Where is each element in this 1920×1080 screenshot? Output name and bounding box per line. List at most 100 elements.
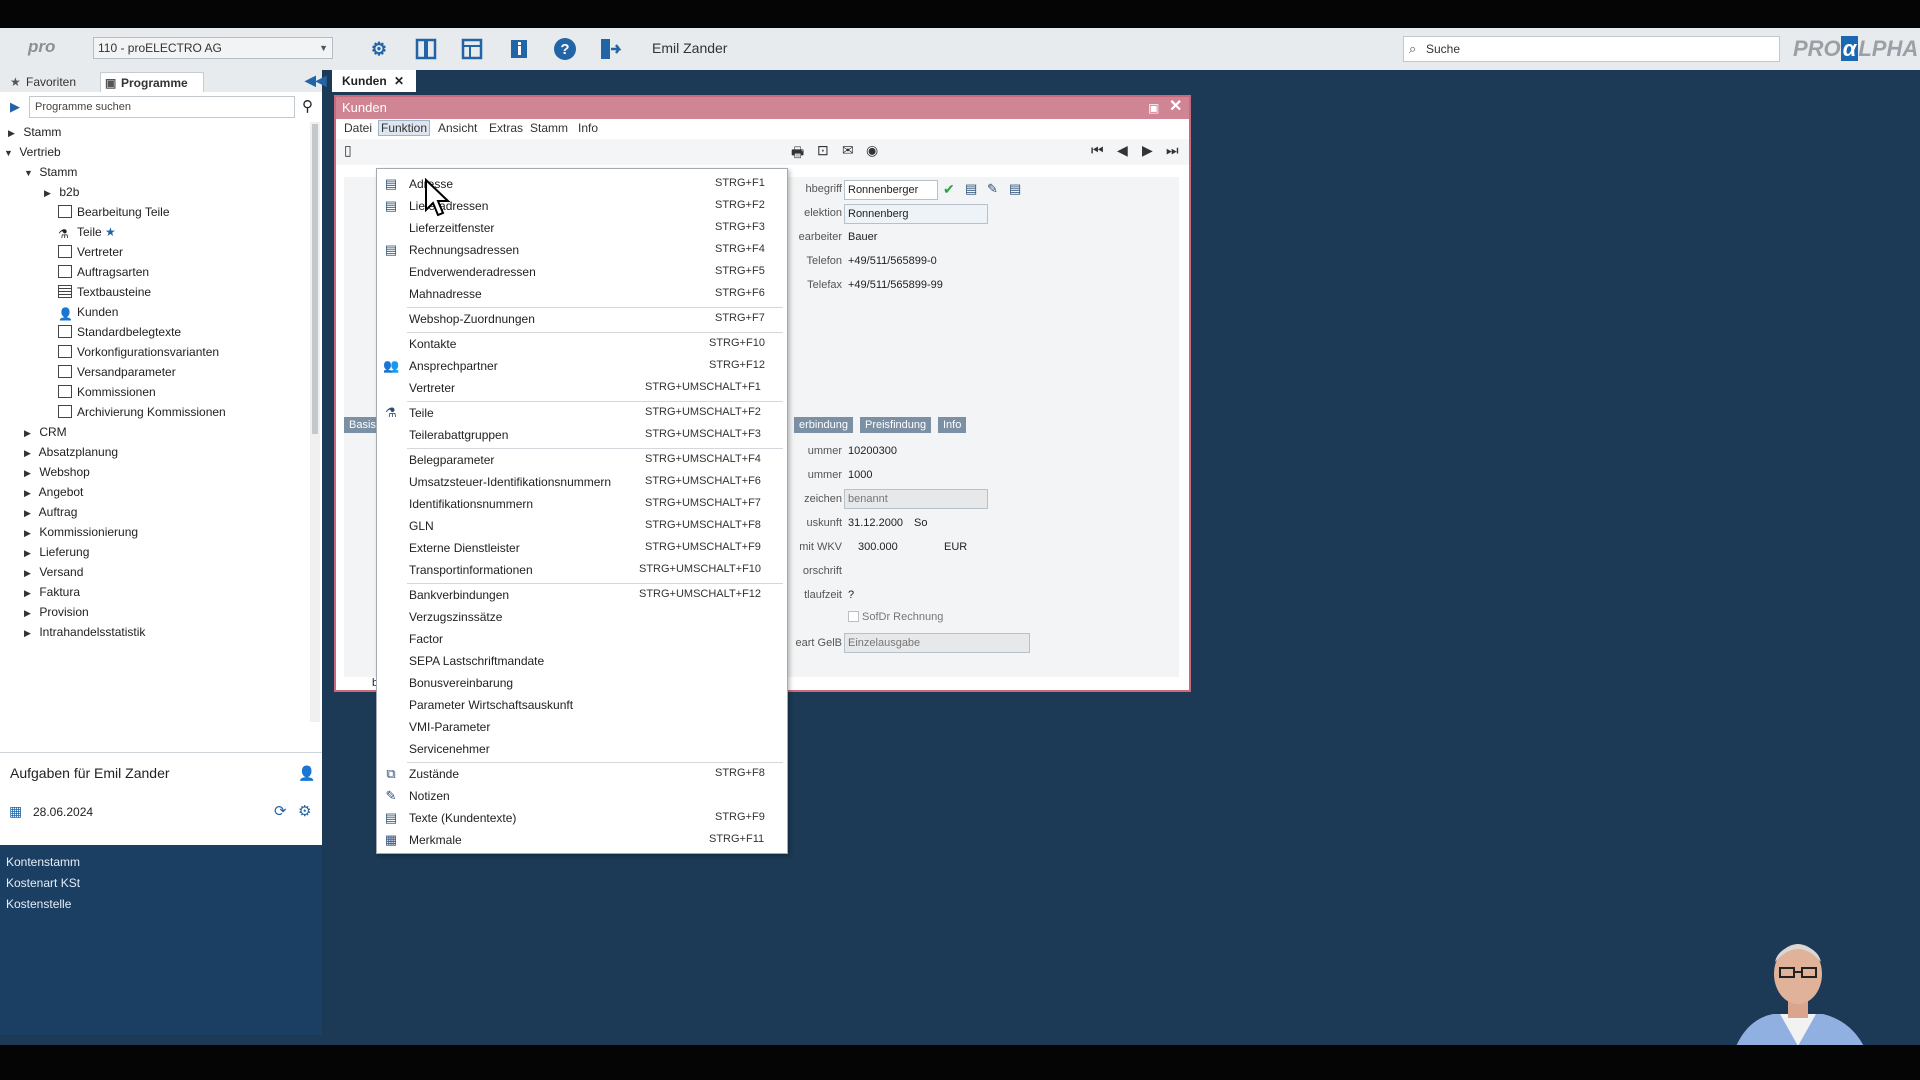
menu-stamm[interactable]: Stamm bbox=[530, 121, 568, 135]
menu-item-servicenehmer[interactable]: Servicenehmer bbox=[377, 739, 787, 761]
tree-item-faktura[interactable]: ▶ Faktura bbox=[24, 582, 80, 602]
play-icon[interactable]: ▶ bbox=[10, 99, 20, 115]
tree-item-b2b[interactable]: ▶ b2b bbox=[44, 182, 79, 202]
collapse-panel-icon[interactable]: ◀◀ bbox=[305, 72, 327, 89]
sofort-rechnung-checkbox[interactable] bbox=[848, 611, 859, 622]
tree-item-kommissionen[interactable]: Kommissionen bbox=[58, 382, 156, 402]
client-select[interactable]: 110 - proELECTRO AG ▼ bbox=[93, 37, 333, 59]
menu-item-verzugszinssaetze[interactable]: Verzugszinssätze bbox=[377, 607, 787, 629]
tree-item-intrahandelsstatistik[interactable]: ▶ Intrahandelsstatistik bbox=[24, 622, 145, 642]
selektion-field[interactable]: Ronnenberg bbox=[844, 204, 988, 224]
ausgabeart-select[interactable]: Einzelausgabe bbox=[844, 633, 1030, 653]
tab-info[interactable]: Info bbox=[938, 417, 967, 433]
collapse-icon[interactable]: ▼ bbox=[4, 143, 16, 163]
last-record-icon[interactable]: ⏭ bbox=[1166, 142, 1179, 159]
menu-item-belegparameter[interactable]: Belegparameter STRG+UMSCHALT+F4 bbox=[377, 450, 787, 472]
menu-item-notizen[interactable]: ✎ Notizen bbox=[377, 786, 787, 808]
menu-item-endverwenderadressen[interactable]: Endverwenderadressen STRG+F5 bbox=[377, 262, 787, 284]
task-item[interactable]: Kontenstamm bbox=[6, 855, 80, 869]
menu-item-vmi-parameter[interactable]: VMI-Parameter bbox=[377, 717, 787, 739]
search-icon[interactable]: ⚲ bbox=[302, 97, 313, 115]
info-icon[interactable] bbox=[506, 36, 532, 62]
expand-icon[interactable]: ▶ bbox=[24, 483, 36, 503]
menu-item-sepa-lastschriftmandate[interactable]: SEPA Lastschriftmandate bbox=[377, 651, 787, 673]
tab-preisfindung[interactable]: Preisfindung bbox=[860, 417, 932, 433]
tree-item-textbausteine[interactable]: Textbausteine bbox=[58, 282, 151, 302]
tree-item-vertrieb[interactable]: ▼ Vertrieb bbox=[4, 142, 61, 162]
expand-icon[interactable]: ▶ bbox=[24, 463, 36, 483]
tab-bankverbindung[interactable]: erbindung bbox=[794, 417, 853, 433]
menu-info[interactable]: Info bbox=[578, 121, 598, 135]
menu-item-webshop-zuordnungen[interactable]: Webshop-Zuordnungen STRG+F7 bbox=[377, 309, 787, 331]
menu-item-parameter-wirtschaftsauskunft[interactable]: Parameter Wirtschaftsauskunft bbox=[377, 695, 787, 717]
menu-item-vertreter[interactable]: Vertreter STRG+UMSCHALT+F1 bbox=[377, 378, 787, 400]
tree-item-versand[interactable]: ▶ Versand bbox=[24, 562, 83, 582]
first-record-icon[interactable]: ⏮ bbox=[1091, 142, 1104, 159]
menu-item-kontakte[interactable]: Kontakte STRG+F10 bbox=[377, 334, 787, 356]
expand-icon[interactable]: ▶ bbox=[24, 503, 36, 523]
expand-icon[interactable]: ▶ bbox=[8, 123, 20, 143]
menu-item-rechnungsadressen[interactable]: ▤ Rechnungsadressen STRG+F4 bbox=[377, 240, 787, 262]
tree-item-stamm[interactable]: ▶ Stamm bbox=[8, 122, 61, 142]
menu-item-transportinformationen[interactable]: Transportinformationen STRG+UMSCHALT+F10 bbox=[377, 560, 787, 582]
layout-grid-icon[interactable] bbox=[459, 36, 485, 62]
expand-icon[interactable]: ▶ bbox=[24, 523, 36, 543]
gear-icon[interactable]: ⚙ bbox=[298, 802, 311, 820]
tab-favorites[interactable]: ★ Favoriten bbox=[6, 72, 86, 92]
expand-icon[interactable]: ▶ bbox=[24, 543, 36, 563]
tree-item-kommissionierung[interactable]: ▶ Kommissionierung bbox=[24, 522, 138, 542]
close-icon[interactable]: ✕ bbox=[1169, 96, 1182, 118]
person-icon[interactable]: 👤 bbox=[298, 765, 315, 782]
program-search-input[interactable]: Programme suchen bbox=[29, 96, 295, 118]
menu-item-teile[interactable]: ⚗ Teile STRG+UMSCHALT+F2 bbox=[377, 403, 787, 425]
menu-item-texte[interactable]: ▤ Texte (Kundentexte) STRG+F9 bbox=[377, 808, 787, 830]
layout-columns-icon[interactable] bbox=[413, 36, 439, 62]
menu-datei[interactable]: Datei bbox=[344, 121, 372, 135]
tree-item-versandparameter[interactable]: Versandparameter bbox=[58, 362, 176, 382]
menu-ansicht[interactable]: Ansicht bbox=[438, 121, 477, 135]
globe-icon[interactable]: ◉ bbox=[866, 142, 878, 159]
expand-icon[interactable]: ▶ bbox=[24, 623, 36, 643]
tree-item-archivierung-kommissionen[interactable]: Archivierung Kommissionen bbox=[58, 402, 226, 422]
tree-item-provision[interactable]: ▶ Provision bbox=[24, 602, 89, 622]
task-item[interactable]: Kostenart KSt bbox=[6, 876, 80, 890]
tree-item-auftrag[interactable]: ▶ Auftrag bbox=[24, 502, 77, 522]
menu-item-gln[interactable]: GLN STRG+UMSCHALT+F8 bbox=[377, 516, 787, 538]
preview-icon[interactable]: ⊡ bbox=[817, 142, 829, 159]
logout-icon[interactable] bbox=[597, 36, 623, 62]
menu-item-bonusvereinbarung[interactable]: Bonusvereinbarung bbox=[377, 673, 787, 695]
menu-item-bankverbindungen[interactable]: Bankverbindungen STRG+UMSCHALT+F12 bbox=[377, 585, 787, 607]
tree-item-teile[interactable]: ⚗ Teile ★ bbox=[58, 222, 116, 242]
gear-icon[interactable]: ⚙ bbox=[366, 36, 392, 62]
menu-funktion[interactable]: Funktion bbox=[378, 120, 431, 136]
tree-item-bearbeitung-teile[interactable]: Bearbeitung Teile bbox=[58, 202, 170, 222]
help-icon[interactable]: ? bbox=[552, 36, 578, 62]
menu-item-factor[interactable]: Factor bbox=[377, 629, 787, 651]
tree-item-kunden[interactable]: 👤 Kunden bbox=[58, 302, 118, 322]
tree-item-vertrieb-stamm[interactable]: ▼ Stamm bbox=[24, 162, 77, 182]
tree-item-crm[interactable]: ▶ CRM bbox=[24, 422, 67, 442]
check-icon[interactable]: ✔ bbox=[943, 181, 955, 198]
expand-icon[interactable]: ▶ bbox=[24, 603, 36, 623]
previous-record-icon[interactable]: ◀ bbox=[1117, 142, 1128, 159]
expand-icon[interactable]: ▶ bbox=[24, 423, 36, 443]
favorite-star-icon[interactable]: ★ bbox=[105, 225, 116, 239]
print-icon[interactable]: 🖶 bbox=[791, 142, 804, 166]
menu-item-mahnadresse[interactable]: Mahnadresse STRG+F6 bbox=[377, 284, 787, 306]
menu-item-identifikationsnummern[interactable]: Identifikationsnummern STRG+UMSCHALT+F7 bbox=[377, 494, 787, 516]
tab-kunden[interactable]: Kunden ✕ bbox=[332, 70, 416, 92]
mail-icon[interactable]: ✉ bbox=[842, 142, 854, 159]
menu-item-teilerabattgruppen[interactable]: Teilerabattgruppen STRG+UMSCHALT+F3 bbox=[377, 425, 787, 447]
maximize-icon[interactable]: ▣ bbox=[1148, 97, 1159, 119]
task-item[interactable]: Kostenstelle bbox=[6, 897, 71, 911]
calendar-icon[interactable]: ▦ bbox=[9, 803, 22, 820]
document-icon[interactable]: ▤ bbox=[1009, 181, 1021, 197]
menu-item-umsatzsteuer-id[interactable]: Umsatzsteuer-Identifikationsnummern STRG+… bbox=[377, 472, 787, 494]
expand-icon[interactable]: ▶ bbox=[24, 563, 36, 583]
collapse-icon[interactable]: ▼ bbox=[24, 163, 36, 183]
tree-item-vertreter[interactable]: Vertreter bbox=[58, 242, 123, 262]
tree-item-webshop[interactable]: ▶ Webshop bbox=[24, 462, 90, 482]
menu-item-zustaende[interactable]: ⧉ Zustände STRG+F8 bbox=[377, 764, 787, 786]
new-document-icon[interactable]: ▤ bbox=[965, 181, 977, 197]
menu-item-merkmale[interactable]: ▦ Merkmale STRG+F11 bbox=[377, 830, 787, 852]
